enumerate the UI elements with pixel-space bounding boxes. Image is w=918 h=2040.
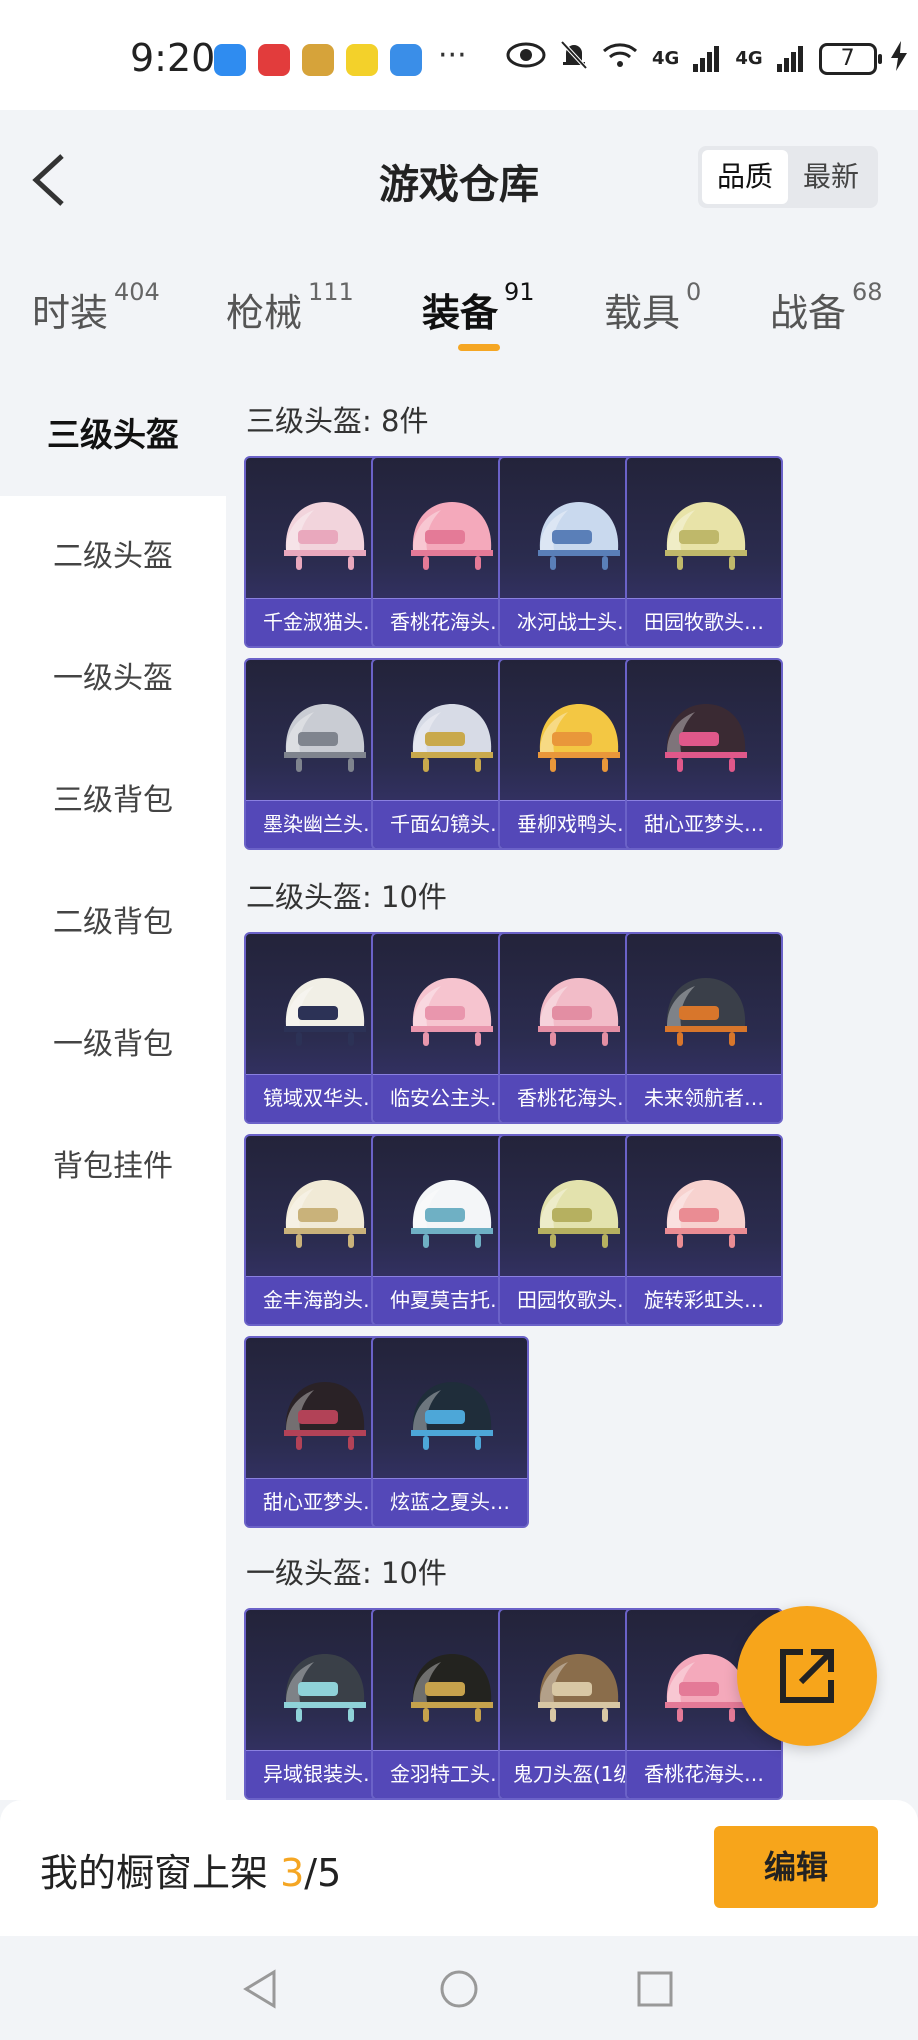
helmet-icon [538,978,620,1046]
helmet-icon [411,502,493,570]
item-name: 旋转彩虹头… [644,1288,764,1312]
sidebar-item-level2-backpack[interactable]: 二级背包 [0,862,226,984]
signal-bars-icon-2 [776,46,803,72]
section-title: 三级头盔: 8件 [246,404,429,438]
tab-label: 战备 [770,291,847,335]
helmet-icon [665,704,747,772]
sidebar-item-level1-helmet[interactable]: 一级头盔 [0,618,226,740]
store-app-icon [346,44,378,76]
item-card[interactable]: 甜心亚梦头… [625,658,783,850]
game-app-icon [302,44,334,76]
showcase-bar: 我的橱窗上架 3/5 编辑 [0,1800,918,1936]
helmet-icon [284,1180,366,1248]
tab-label: 载具 [604,291,681,335]
helmet-icon [411,1382,493,1450]
signal-4g-icon-2: 4G [735,48,763,69]
item-card[interactable]: 田园牧歌头… [625,456,783,648]
tab-count: 68 [852,278,883,306]
showcase-current-count: 3 [280,1851,305,1895]
tab-count: 111 [308,278,354,306]
nav-back-icon[interactable] [240,1968,282,2010]
category-tabs: 时装 404 枪械 111 装备 91 载具 0 战备 68 [0,250,918,374]
showcase-total-count: /5 [304,1851,342,1895]
item-card[interactable]: 未来领航者… [625,932,783,1124]
wifi-icon [602,41,638,77]
helmet-icon [665,1180,747,1248]
helmet-icon [284,978,366,1046]
subcategory-sidebar: 三级头盔 二级头盔 一级头盔 三级背包 二级背包 一级背包 背包挂件 [0,374,226,1800]
external-link-icon [780,1649,834,1703]
helmet-icon [665,502,747,570]
item-name: 香桃花海头… [644,1762,764,1786]
tab-label: 枪械 [226,291,303,335]
tab-count: 91 [504,278,535,306]
huawei-app-icon [258,44,290,76]
helmet-icon [411,704,493,772]
item-card[interactable]: 炫蓝之夏头… [371,1336,529,1528]
tab-count: 0 [686,278,702,306]
active-tab-indicator [458,344,500,351]
sort-quality-button[interactable]: 品质 [702,150,788,204]
eye-comfort-icon [506,41,546,77]
nav-recents-icon[interactable] [634,1968,676,2010]
helmet-icon [538,704,620,772]
tab-fashion[interactable]: 时装 404 [32,278,160,337]
notification-icons [214,44,422,76]
mute-bell-icon [560,40,588,78]
showcase-label: 我的橱窗上架 [40,1851,269,1895]
sidebar-item-level2-helmet[interactable]: 二级头盔 [0,496,226,618]
item-name: 甜心亚梦头… [644,812,764,836]
item-name: 炫蓝之夏头… [390,1490,510,1514]
item-grid: 三级头盔: 8件 千金淑猫头… 香桃花海头… 冰河战士头… 田园牧歌头… 墨染幽兰头… 千… [226,374,918,1800]
helmet-icon [411,1180,493,1248]
helmet-icon [538,1180,620,1248]
item-card[interactable]: 旋转彩虹头… [625,1134,783,1326]
helmet-icon [665,978,747,1046]
more-notifications-icon: ··· [438,38,467,73]
nav-home-icon[interactable] [438,1968,480,2010]
status-time: 9:20 [130,36,216,80]
sidebar-item-level3-backpack[interactable]: 三级背包 [0,740,226,862]
status-indicators: 4G 4G 7 [506,40,907,78]
helmet-icon [284,1654,366,1722]
message-app-icon [214,44,246,76]
tab-supplies[interactable]: 战备 68 [770,278,883,337]
helmet-icon [411,978,493,1046]
signal-bars-icon [693,46,720,72]
tab-guns[interactable]: 枪械 111 [226,278,354,337]
battery-icon: 7 [818,43,882,75]
signal-4g-icon: 4G [652,48,680,69]
section-title: 二级头盔: 10件 [246,880,447,914]
helmet-icon [411,1654,493,1722]
tab-count: 404 [114,278,160,306]
helmet-icon [538,1654,620,1722]
sidebar-item-level3-helmet[interactable]: 三级头盔 [0,374,226,496]
share-fab-button[interactable] [737,1606,877,1746]
helmet-icon [538,502,620,570]
item-name: 未来领航者… [644,1086,764,1110]
sort-toggle: 品质 最新 [698,146,878,208]
charging-icon [890,40,907,78]
helmet-icon [284,502,366,570]
header: 游戏仓库 品质 最新 [0,110,918,250]
tab-vehicles[interactable]: 载具 0 [604,278,701,337]
section-title: 一级头盔: 10件 [246,1556,447,1590]
edit-button[interactable]: 编辑 [714,1826,878,1908]
system-navbar [0,1936,918,2040]
tab-label: 时装 [32,291,109,335]
item-name: 田园牧歌头… [644,610,764,634]
tab-label: 装备 [422,291,499,335]
tab-equipment[interactable]: 装备 91 [422,278,535,337]
sidebar-item-level1-backpack[interactable]: 一级背包 [0,984,226,1106]
sort-newest-button[interactable]: 最新 [788,150,874,204]
helmet-icon [284,704,366,772]
sidebar-item-backpack-charm[interactable]: 背包挂件 [0,1106,226,1228]
qq-app-icon [390,44,422,76]
helmet-icon [284,1382,366,1450]
status-bar: 9:20 ··· 4G 4G 7 [0,0,918,110]
showcase-status: 我的橱窗上架 3/5 [40,1842,341,1897]
